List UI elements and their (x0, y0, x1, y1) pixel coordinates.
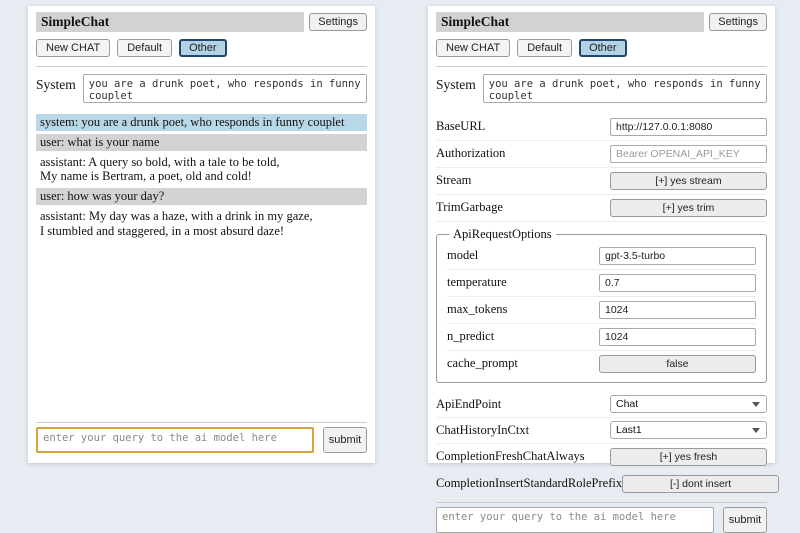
setting-row-trimgarbage: TrimGarbage [+] yes trim (436, 195, 767, 222)
completioninsertstandardroleprefix-label: CompletionInsertStandardRolePrefix (436, 476, 622, 491)
baseurl-input[interactable] (610, 118, 767, 136)
divider (436, 66, 767, 67)
max-tokens-input[interactable] (599, 301, 756, 319)
completioninsertstandardroleprefix-toggle-button[interactable]: [-] dont insert (622, 475, 779, 493)
session-button-other[interactable]: Other (579, 39, 627, 57)
chat-message-assistant: assistant: My day was a haze, with a dri… (36, 208, 367, 240)
chat-message-list: system: you are a drunk poet, who respon… (36, 114, 367, 242)
apiendpoint-select[interactable]: Chat (610, 395, 767, 413)
system-prompt-label: System (36, 74, 76, 103)
baseurl-label: BaseURL (436, 119, 485, 134)
settings-button[interactable]: Settings (309, 13, 367, 31)
setting-row-n-predict: n_predict (447, 324, 756, 351)
api-request-options-legend: ApiRequestOptions (449, 227, 556, 242)
system-prompt-row: System you are a drunk poet, who respond… (36, 74, 367, 103)
setting-row-stream: Stream [+] yes stream (436, 168, 767, 195)
setting-row-cache-prompt: cache_prompt false (447, 351, 756, 377)
api-request-options-group: ApiRequestOptions model temperature max_… (436, 227, 767, 383)
completionfreshchatalways-label: CompletionFreshChatAlways (436, 449, 585, 464)
chathistoryinctxt-selected-value: Last1 (616, 424, 642, 436)
titlebar: SimpleChat Settings (36, 12, 367, 32)
chat-message-user: user: how was your day? (36, 188, 367, 205)
session-row: New CHAT Default Other (436, 39, 767, 57)
n-predict-input[interactable] (599, 328, 756, 346)
titlebar: SimpleChat Settings (436, 12, 767, 32)
new-chat-button[interactable]: New CHAT (436, 39, 510, 57)
chat-message-user: user: what is your name (36, 134, 367, 151)
query-row: submit (36, 427, 367, 453)
setting-row-authorization: Authorization (436, 141, 767, 168)
n-predict-label: n_predict (447, 329, 494, 344)
session-button-default[interactable]: Default (517, 39, 572, 57)
setting-row-chathistoryinctxt: ChatHistoryInCtxt Last1 (436, 418, 767, 444)
divider (436, 502, 767, 503)
setting-row-apiendpoint: ApiEndPoint Chat (436, 392, 767, 418)
cache-prompt-toggle-button[interactable]: false (599, 355, 756, 373)
chevron-down-icon (752, 402, 760, 407)
settings-list: BaseURL Authorization Stream [+] yes str… (436, 114, 767, 498)
temperature-input[interactable] (599, 274, 756, 292)
setting-row-model: model (447, 243, 756, 270)
system-prompt-input[interactable]: you are a drunk poet, who responds in fu… (483, 74, 767, 103)
model-input[interactable] (599, 247, 756, 265)
session-button-other[interactable]: Other (179, 39, 227, 57)
query-row: submit (436, 507, 767, 533)
setting-row-max-tokens: max_tokens (447, 297, 756, 324)
app-title: SimpleChat (36, 12, 304, 32)
submit-button[interactable]: submit (323, 427, 367, 453)
session-button-default[interactable]: Default (117, 39, 172, 57)
completionfreshchatalways-toggle-button[interactable]: [+] yes fresh (610, 448, 767, 466)
chat-panel: SimpleChat Settings New CHAT Default Oth… (28, 6, 375, 463)
session-row: New CHAT Default Other (36, 39, 367, 57)
page: SimpleChat Settings New CHAT Default Oth… (0, 0, 800, 463)
stream-toggle-button[interactable]: [+] yes stream (610, 172, 767, 190)
authorization-input[interactable] (610, 145, 767, 163)
temperature-label: temperature (447, 275, 507, 290)
app-title: SimpleChat (436, 12, 704, 32)
submit-button[interactable]: submit (723, 507, 767, 533)
system-prompt-label: System (436, 74, 476, 103)
divider (36, 66, 367, 67)
settings-button[interactable]: Settings (709, 13, 767, 31)
setting-row-baseurl: BaseURL (436, 114, 767, 141)
new-chat-button[interactable]: New CHAT (36, 39, 110, 57)
apiendpoint-label: ApiEndPoint (436, 397, 501, 412)
system-prompt-input[interactable]: you are a drunk poet, who responds in fu… (83, 74, 367, 103)
chat-message-assistant: assistant: A query so bold, with a tale … (36, 154, 367, 186)
chathistoryinctxt-select[interactable]: Last1 (610, 421, 767, 439)
model-label: model (447, 248, 478, 263)
authorization-label: Authorization (436, 146, 505, 161)
setting-row-completionfreshchatalways: CompletionFreshChatAlways [+] yes fresh (436, 444, 767, 471)
query-bar: submit (436, 498, 767, 533)
apiendpoint-selected-value: Chat (616, 398, 638, 410)
chevron-down-icon (752, 428, 760, 433)
query-input[interactable] (436, 507, 714, 533)
trimgarbage-label: TrimGarbage (436, 200, 503, 215)
max-tokens-label: max_tokens (447, 302, 507, 317)
stream-label: Stream (436, 173, 471, 188)
cache-prompt-label: cache_prompt (447, 356, 518, 371)
divider (36, 422, 367, 423)
trimgarbage-toggle-button[interactable]: [+] yes trim (610, 199, 767, 217)
setting-row-completioninsertstandardroleprefix: CompletionInsertStandardRolePrefix [-] d… (436, 471, 767, 498)
query-input[interactable] (36, 427, 314, 453)
chat-message-system: system: you are a drunk poet, who respon… (36, 114, 367, 131)
system-prompt-row: System you are a drunk poet, who respond… (436, 74, 767, 103)
query-bar: submit (36, 418, 367, 453)
settings-panel: SimpleChat Settings New CHAT Default Oth… (428, 6, 775, 463)
setting-row-temperature: temperature (447, 270, 756, 297)
chathistoryinctxt-label: ChatHistoryInCtxt (436, 423, 529, 438)
